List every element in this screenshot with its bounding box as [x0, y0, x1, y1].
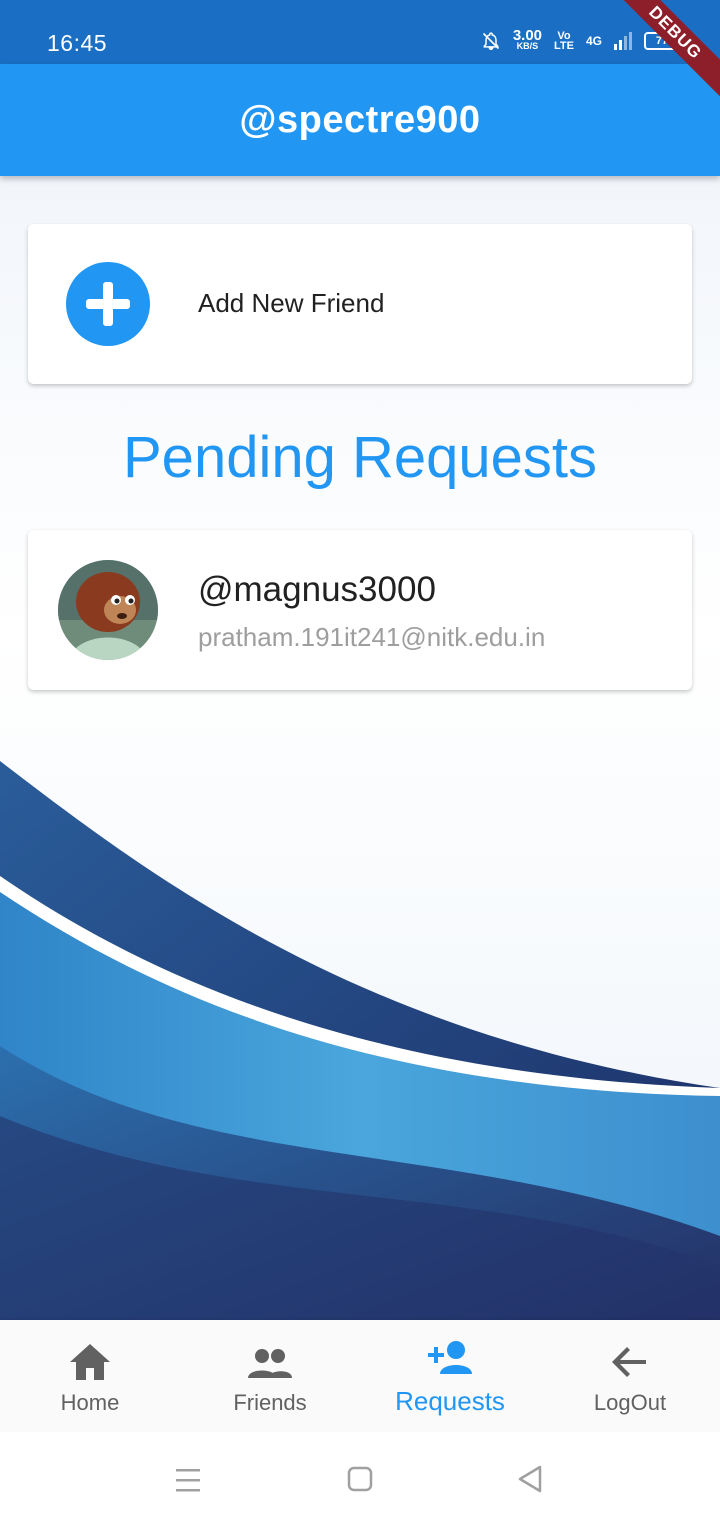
volte-bottom: LTE [554, 40, 574, 52]
status-time: 16:45 [47, 30, 108, 56]
nav-item-requests[interactable]: Requests [360, 1320, 540, 1432]
people-icon [248, 1349, 292, 1378]
nav-label-requests: Requests [395, 1386, 505, 1416]
app-bar-title: @spectre900 [239, 98, 481, 141]
pending-requests-title: Pending Requests [123, 425, 597, 490]
request-email: pratham.191it241@nitk.edu.in [198, 622, 546, 652]
add-friend-label: Add New Friend [198, 288, 385, 318]
main-content: Add New Friend Pending Requests @magnus3… [0, 176, 720, 1320]
app-screen: 16:45 3.00 KB/S Vo LTE 4G 77 DEBUG @spec… [0, 0, 720, 1520]
arrow-back-icon [612, 1347, 646, 1377]
plus-circle-icon [66, 262, 150, 346]
home-icon [70, 1344, 110, 1380]
app-bar: @spectre900 [0, 64, 720, 176]
status-icons: 3.00 KB/S Vo LTE 4G 77 [481, 27, 683, 52]
net-speed-value: 3.00 [512, 27, 543, 44]
notifications-off-icon [482, 32, 499, 51]
status-bar: 16:45 3.00 KB/S Vo LTE 4G 77 [0, 0, 720, 64]
back-triangle-icon[interactable] [510, 1460, 550, 1500]
net-speed-unit: KB/S [516, 41, 539, 51]
request-username: @magnus3000 [198, 570, 436, 609]
system-navigation-bar [0, 1432, 720, 1520]
home-square-icon[interactable] [340, 1460, 380, 1500]
signal-icon [614, 32, 632, 50]
nav-label-logout: LogOut [593, 1390, 667, 1415]
add-friend-card[interactable]: Add New Friend [28, 224, 692, 384]
nav-item-home[interactable]: Home [0, 1320, 180, 1432]
net-speed: 3.00 KB/S [512, 27, 543, 52]
avatar [58, 560, 158, 660]
nav-item-logout[interactable]: LogOut [540, 1320, 720, 1432]
request-card[interactable]: @magnus3000 pratham.191it241@nitk.edu.in [28, 530, 692, 690]
volte-indicator: Vo LTE [554, 31, 574, 52]
network-type: 4G [585, 34, 602, 48]
person-add-icon [428, 1341, 472, 1374]
menu-icon[interactable] [168, 1460, 208, 1500]
nav-label-home: Home [60, 1390, 120, 1415]
nav-item-friends[interactable]: Friends [180, 1320, 360, 1432]
bottom-navigation: Home Friends Requests LogOut [0, 1320, 720, 1432]
nav-label-friends: Friends [233, 1390, 307, 1415]
